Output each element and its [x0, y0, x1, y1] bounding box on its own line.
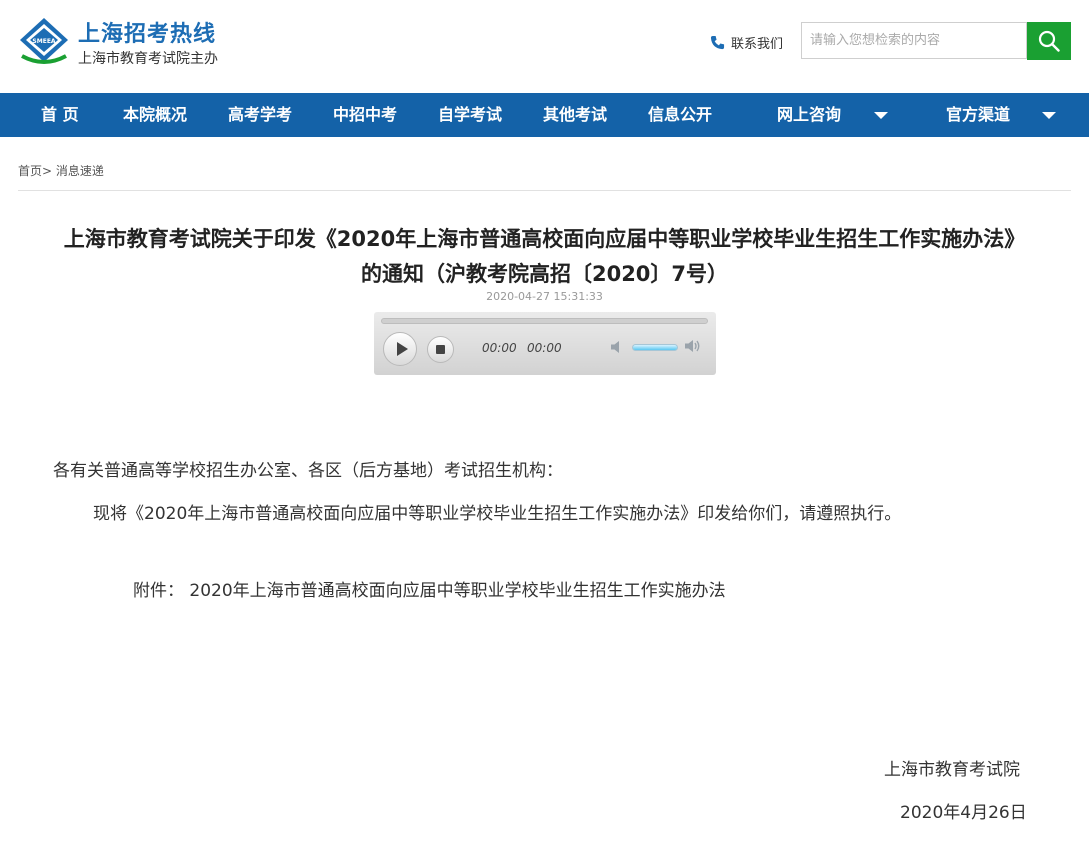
article-date: 2020-04-27 15:31:33	[486, 290, 603, 303]
logo-emblem-icon: SMEEA	[20, 18, 68, 64]
site-subtitle: 上海市教育考试院主办	[78, 51, 218, 67]
play-button[interactable]	[383, 332, 417, 366]
nav-item-disclosure[interactable]: 信息公开	[648, 93, 712, 137]
nav-item-other-exams[interactable]: 其他考试	[543, 93, 607, 137]
article-body: 现将《2020年上海市普通高校面向应届中等职业学校毕业生招生工作实施办法》印发给…	[93, 504, 902, 524]
sign-date: 2020年4月26日	[900, 803, 1027, 823]
phone-icon	[710, 35, 725, 49]
attachment-name: 2020年上海市普通高校面向应届中等职业学校毕业生招生工作实施办法	[189, 581, 726, 601]
nav-item-zhongkao[interactable]: 中招中考	[333, 93, 397, 137]
signature: 上海市教育考试院	[884, 760, 1020, 780]
search-input[interactable]	[802, 23, 1028, 58]
breadcrumb-home-link[interactable]: 首页	[18, 164, 42, 178]
breadcrumb-separator: >	[42, 164, 53, 178]
main-nav: 首 页 本院概况 高考学考 中招中考 自学考试 其他考试 信息公开 网上咨询 官…	[0, 93, 1089, 137]
contact-us-label: 联系我们	[731, 36, 784, 52]
site-header: SMEEA 上海招考热线 上海市教育考试院主办 联系我们	[0, 0, 1089, 93]
breadcrumb-current-link[interactable]: 消息速递	[56, 164, 104, 178]
article-title-line-1: 上海市教育考试院关于印发《2020年上海市普通高校面向应届中等职业学校毕业生招生…	[63, 227, 1026, 251]
search-field	[801, 22, 1028, 59]
volume-max-icon[interactable]	[684, 339, 702, 353]
volume-mute-icon[interactable]	[610, 340, 626, 354]
nav-item-consult[interactable]: 网上咨询	[777, 93, 841, 137]
search-icon	[1038, 30, 1060, 52]
attachment-label: 附件：	[133, 581, 184, 601]
audio-duration: 00:00	[527, 341, 562, 355]
site-title: 上海招考热线	[78, 22, 217, 47]
audio-progress-bar[interactable]	[381, 318, 708, 324]
stop-button[interactable]	[427, 336, 454, 363]
article-salutation: 各有关普通高等学校招生办公室、各区（后方基地）考试招生机构：	[53, 461, 563, 481]
chevron-down-icon[interactable]	[874, 112, 888, 119]
breadcrumb: 首页> 消息速递	[18, 162, 104, 179]
article-title: 上海市教育考试院关于印发《2020年上海市普通高校面向应届中等职业学校毕业生招生…	[18, 222, 1071, 292]
nav-item-official-channels[interactable]: 官方渠道	[946, 93, 1010, 137]
nav-item-about[interactable]: 本院概况	[123, 93, 187, 137]
chevron-down-icon[interactable]	[1042, 112, 1056, 119]
site-logo[interactable]: SMEEA 上海招考热线 上海市教育考试院主办	[18, 14, 228, 74]
logo-badge-text: SMEEA	[32, 38, 55, 45]
nav-item-gaokao[interactable]: 高考学考	[228, 93, 292, 137]
nav-item-home[interactable]: 首 页	[41, 93, 79, 137]
audio-current-time: 00:00	[482, 341, 517, 355]
article-title-line-2: 的通知（沪教考院高招〔2020〕7号）	[360, 262, 729, 286]
contact-us-link[interactable]: 联系我们	[710, 31, 783, 53]
audio-player: 00:00 00:00	[374, 312, 716, 375]
attachment-link[interactable]: 附件： 2020年上海市普通高校面向应届中等职业学校毕业生招生工作实施办法	[133, 576, 726, 601]
volume-slider[interactable]	[632, 344, 678, 351]
breadcrumb-divider	[18, 190, 1071, 191]
search-button[interactable]	[1027, 22, 1071, 60]
nav-item-self-study[interactable]: 自学考试	[438, 93, 502, 137]
